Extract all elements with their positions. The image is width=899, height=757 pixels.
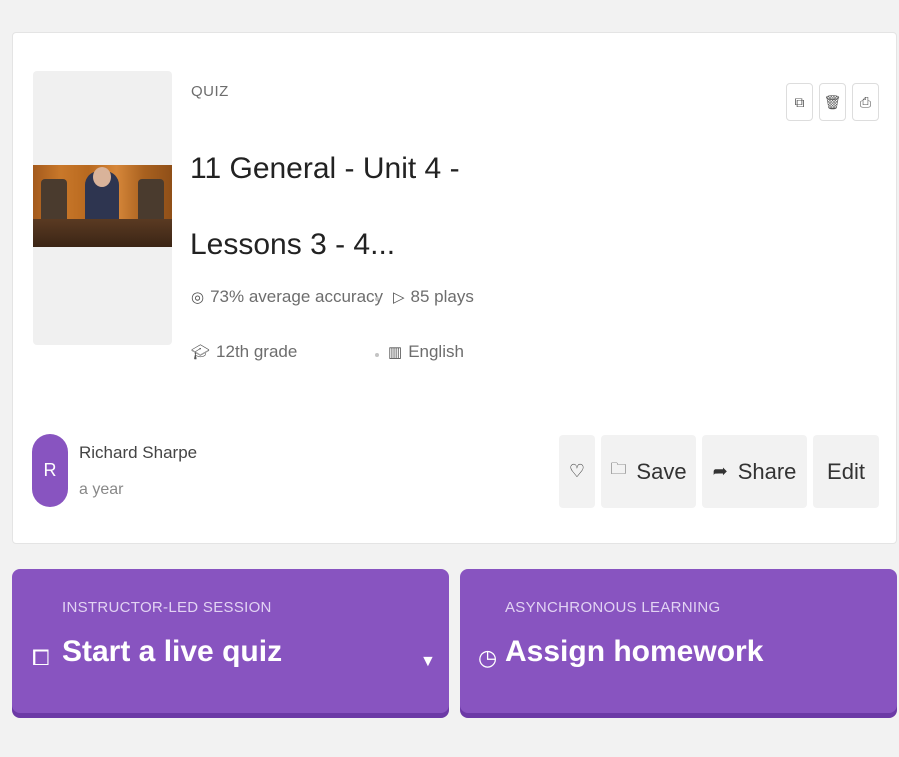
- caret-down-icon[interactable]: ▼: [420, 653, 436, 671]
- plays-meta: ▷ 85 plays: [393, 287, 474, 307]
- share-button[interactable]: ➦ Share: [702, 435, 807, 508]
- delete-button[interactable]: 🗑︎: [819, 83, 846, 121]
- accuracy-meta: ◎ 73% average accuracy: [191, 287, 383, 307]
- grade-meta: 🎓︎ 12th grade: [191, 342, 297, 362]
- async-learning-sublabel: ASYNCHRONOUS LEARNING: [505, 599, 721, 616]
- edit-label: Edit: [827, 458, 865, 484]
- quiz-card: QUIZ 11 General - Unit 4 - Lessons 3 - 4…: [12, 32, 897, 544]
- target-icon: ◎: [191, 289, 205, 306]
- assign-homework-button[interactable]: ◷ ASYNCHRONOUS LEARNING Assign homework: [460, 569, 897, 713]
- live-session-sublabel: INSTRUCTOR-LED SESSION: [62, 599, 272, 616]
- author-name[interactable]: Richard Sharpe: [79, 443, 197, 463]
- quiz-type-label: QUIZ: [191, 83, 229, 100]
- thumbnail-image: [33, 165, 172, 247]
- plays-text: 85 plays: [410, 287, 474, 306]
- trash-icon: 🗑︎: [823, 93, 842, 110]
- assign-homework-label: Assign homework: [505, 635, 764, 668]
- folder-icon: 🗀︎: [610, 461, 627, 478]
- avatar-initial: R: [43, 460, 57, 480]
- save-label: Save: [636, 458, 687, 484]
- copy-icon: ⧉: [794, 93, 805, 110]
- play-icon: ▷: [393, 289, 405, 306]
- print-icon: ⎙: [859, 93, 872, 110]
- meta-separator: [375, 297, 379, 301]
- quiz-thumbnail[interactable]: [33, 71, 172, 345]
- quiz-title[interactable]: 11 General - Unit 4 - Lessons 3 - 4...: [190, 131, 550, 283]
- share-icon: ➦: [712, 461, 728, 481]
- clock-icon: ◷: [478, 645, 498, 670]
- share-label: Share: [737, 458, 797, 484]
- author-time: a year: [79, 481, 124, 498]
- like-button[interactable]: ♡: [559, 435, 595, 508]
- live-quiz-label: Start a live quiz: [62, 635, 283, 668]
- edit-button[interactable]: Edit: [813, 435, 879, 508]
- avatar[interactable]: R: [32, 434, 68, 507]
- language-text: English: [408, 342, 464, 361]
- heart-icon: ♡: [568, 461, 586, 481]
- print-button[interactable]: ⎙: [852, 83, 879, 121]
- presentation-icon: ⧠: [32, 645, 50, 670]
- grade-text: 12th grade: [216, 342, 298, 361]
- books-icon: ▥: [388, 344, 403, 361]
- language-meta: ▥ English: [388, 342, 464, 362]
- meta-separator: [375, 353, 379, 357]
- start-live-quiz-button[interactable]: ⧠ INSTRUCTOR-LED SESSION Start a live qu…: [12, 569, 449, 713]
- accuracy-text: 73% average accuracy: [210, 287, 384, 306]
- graduation-cap-icon: 🎓︎: [191, 344, 211, 361]
- copy-button[interactable]: ⧉: [786, 83, 813, 121]
- save-button[interactable]: 🗀︎ Save: [601, 435, 696, 508]
